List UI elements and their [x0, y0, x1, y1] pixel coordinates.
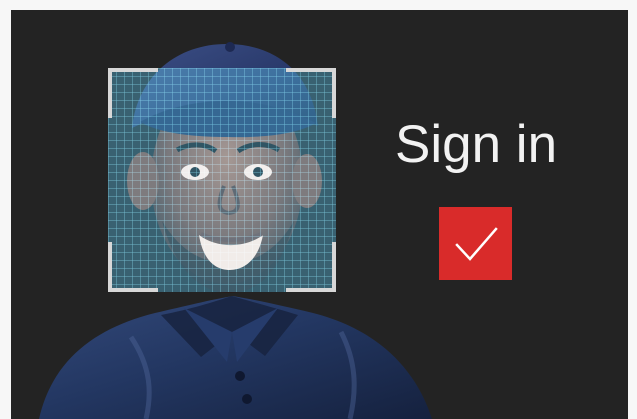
checkmark-icon: [454, 226, 498, 261]
sign-in-title: Sign in: [395, 115, 558, 174]
face-login-screen: Sign in: [11, 10, 628, 419]
person-photo: [39, 42, 432, 419]
sign-in-success-badge: [439, 207, 512, 280]
